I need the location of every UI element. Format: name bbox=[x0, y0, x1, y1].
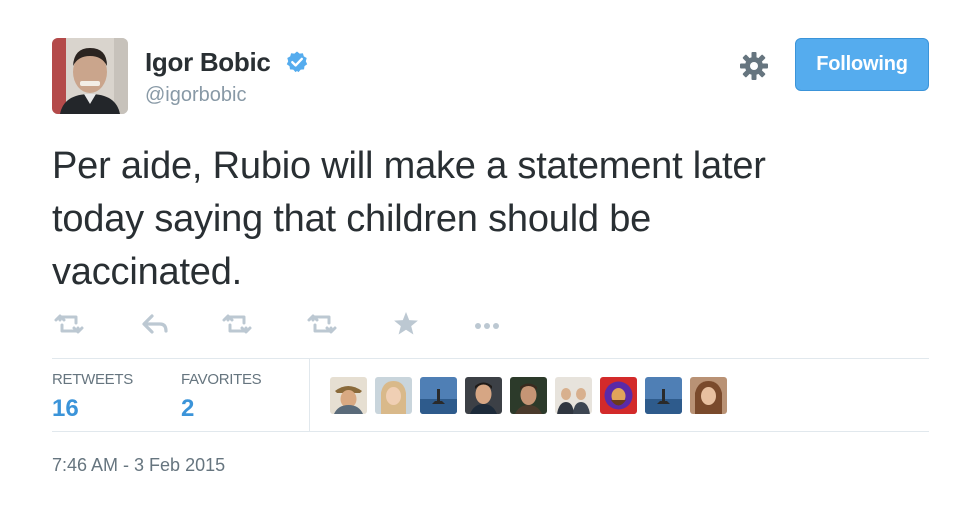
verified-badge-icon bbox=[286, 51, 308, 73]
favoriter-avatar[interactable] bbox=[510, 377, 547, 414]
tweet-line: vaccinated. bbox=[52, 251, 243, 293]
retweets-count[interactable]: 16 bbox=[52, 395, 79, 423]
tweet-card: Igor Bobic @igorbobic Following Per aide… bbox=[0, 0, 980, 513]
favoriter-avatar[interactable] bbox=[600, 377, 637, 414]
favoriter-avatar[interactable] bbox=[465, 377, 502, 414]
favoriter-avatar[interactable] bbox=[420, 377, 457, 414]
favoriter-avatar[interactable] bbox=[645, 377, 682, 414]
favorites-count[interactable]: 2 bbox=[181, 395, 194, 423]
retweet-icon[interactable] bbox=[52, 307, 86, 341]
tweet-text: Per aide, Rubio will make a statement la… bbox=[52, 140, 932, 299]
reply-icon[interactable] bbox=[138, 307, 172, 341]
favoriter-avatar[interactable] bbox=[330, 377, 367, 414]
stats-divider bbox=[309, 359, 310, 431]
following-button[interactable]: Following bbox=[795, 38, 929, 91]
divider bbox=[52, 431, 929, 432]
user-handle[interactable]: @igorbobic bbox=[145, 84, 246, 107]
favoriter-avatar[interactable] bbox=[375, 377, 412, 414]
retweet-icon[interactable] bbox=[305, 307, 339, 341]
tweet-line: Per aide, Rubio will make a statement la… bbox=[52, 145, 766, 187]
more-dots-icon[interactable] bbox=[470, 307, 504, 341]
divider bbox=[52, 358, 929, 359]
tweet-line: today saying that children should be bbox=[52, 198, 652, 240]
favorites-label: FAVORITES bbox=[181, 371, 262, 388]
retweets-label: RETWEETS bbox=[52, 371, 133, 388]
tweet-timestamp[interactable]: 7:46 AM - 3 Feb 2015 bbox=[52, 455, 225, 476]
favorite-star-icon[interactable] bbox=[389, 307, 423, 341]
favoriter-avatar[interactable] bbox=[690, 377, 727, 414]
retweet-icon[interactable] bbox=[220, 307, 254, 341]
favoriter-avatar[interactable] bbox=[555, 377, 592, 414]
display-name[interactable]: Igor Bobic bbox=[145, 47, 271, 78]
avatar[interactable] bbox=[52, 38, 128, 114]
gear-icon[interactable] bbox=[738, 50, 770, 82]
